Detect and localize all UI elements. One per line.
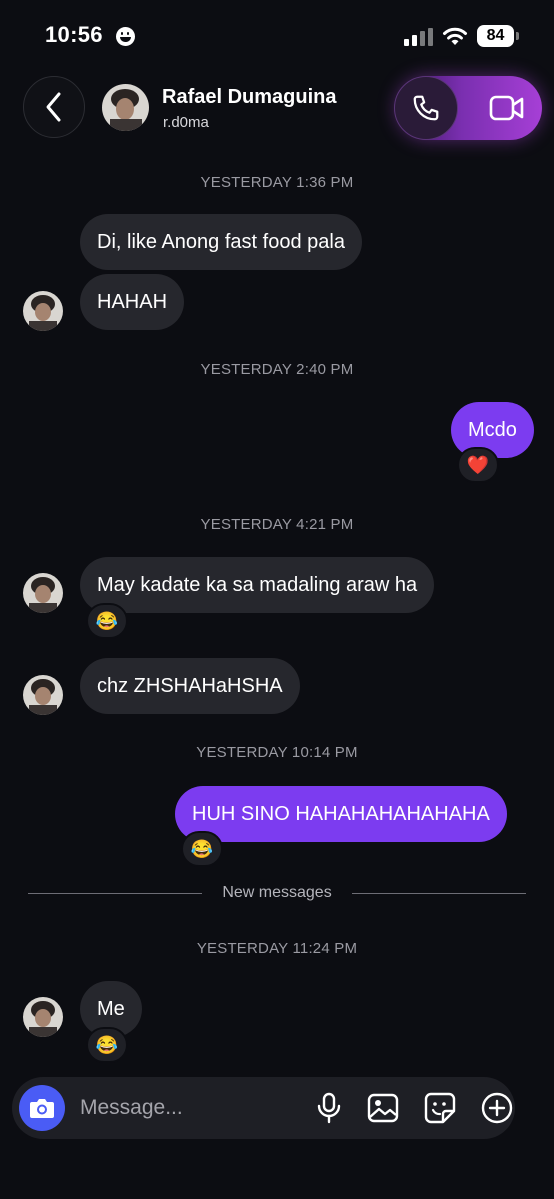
message-bubble-incoming[interactable]: Di, like Anong fast food pala	[80, 214, 362, 270]
back-button[interactable]	[23, 76, 85, 138]
sender-avatar[interactable]	[23, 291, 63, 331]
sender-avatar[interactable]	[23, 573, 63, 613]
divider-line-right	[352, 893, 526, 894]
image-icon	[367, 1093, 399, 1123]
wifi-icon	[443, 27, 467, 45]
reaction-laughing[interactable]: 😂	[181, 831, 223, 867]
contact-avatar[interactable]	[102, 84, 149, 131]
message-bubble-outgoing[interactable]: HUH SINO HAHAHAHAHAHAHA	[175, 786, 507, 842]
timestamp: YESTERDAY 11:24 PM	[196, 940, 358, 957]
microphone-icon	[317, 1092, 341, 1124]
timestamp: YESTERDAY 10:14 PM	[196, 744, 358, 761]
more-options-button[interactable]	[480, 1091, 514, 1125]
reaction-laughing[interactable]: 😂	[86, 1027, 128, 1063]
message-bubble-incoming[interactable]: HAHAH	[80, 274, 185, 330]
timestamp: YESTERDAY 1:36 PM	[200, 174, 354, 191]
battery-indicator: 84	[477, 25, 519, 47]
smiley-face-icon	[116, 27, 135, 46]
status-time: 10:56	[45, 22, 103, 47]
plus-circle-icon	[481, 1092, 513, 1124]
sender-avatar[interactable]	[23, 997, 63, 1037]
reaction-laughing[interactable]: 😂	[86, 603, 128, 639]
message-bubble-incoming[interactable]: May kadate ka sa madaling araw ha	[80, 557, 435, 613]
sticker-icon	[424, 1092, 456, 1124]
sticker-button[interactable]	[423, 1091, 457, 1125]
camera-icon	[30, 1099, 54, 1118]
video-call-button[interactable]	[475, 76, 539, 140]
reaction-heart[interactable]: ❤️	[457, 447, 499, 483]
timestamp: YESTERDAY 4:21 PM	[200, 516, 354, 533]
cellular-signal-icon	[404, 28, 434, 46]
status-bar: 10:56 84	[0, 0, 554, 72]
contact-username[interactable]: r.d0ma	[163, 114, 209, 131]
chevron-left-icon	[46, 92, 61, 122]
video-camera-icon	[489, 95, 524, 121]
timestamp: YESTERDAY 2:40 PM	[200, 361, 354, 378]
message-bubble-incoming[interactable]: chz ZHSHAHaHSHA	[80, 658, 300, 714]
sender-avatar[interactable]	[23, 675, 63, 715]
microphone-button[interactable]	[312, 1091, 346, 1125]
contact-name[interactable]: Rafael Dumaguina	[162, 86, 336, 109]
camera-button[interactable]	[19, 1085, 65, 1131]
message-input[interactable]	[80, 1088, 300, 1128]
phone-icon	[413, 95, 439, 121]
gallery-button[interactable]	[366, 1091, 400, 1125]
audio-call-button[interactable]	[394, 76, 458, 140]
